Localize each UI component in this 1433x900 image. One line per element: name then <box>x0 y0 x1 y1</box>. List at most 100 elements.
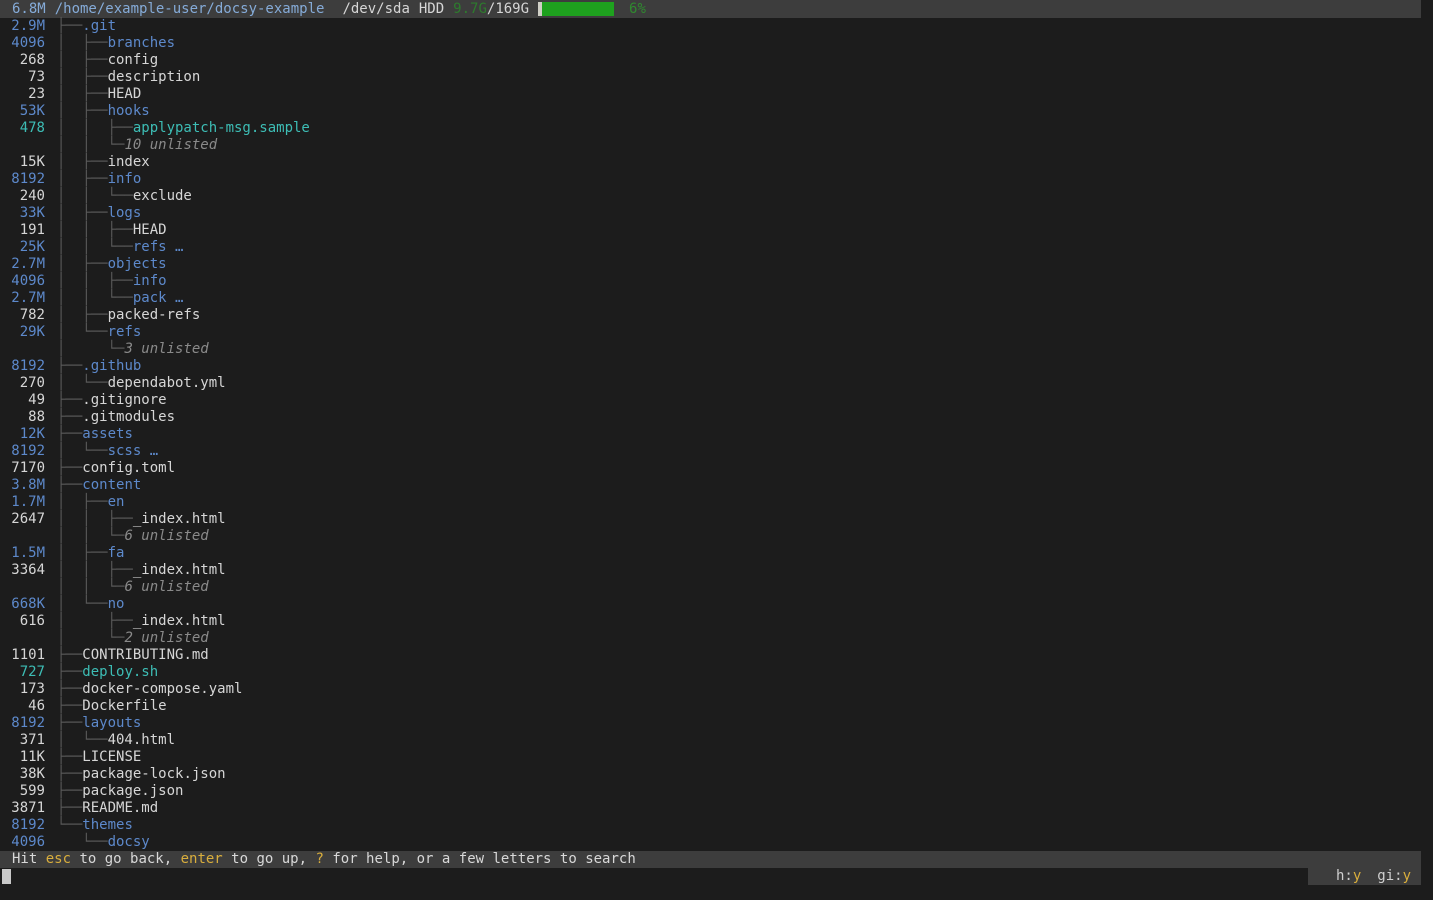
tree-row[interactable]: 4096 └──docsy <box>0 834 1421 851</box>
device-name: /dev/sda <box>342 0 409 18</box>
tree-row[interactable]: 240│ │ └──exclude <box>0 188 1421 205</box>
tree-branch-lines: │ │ └─ <box>57 579 124 596</box>
tree-row[interactable]: 8192├──layouts <box>0 715 1421 732</box>
disk-used: 9.7G <box>453 0 487 18</box>
tree-row[interactable]: 8192│ ├──info <box>0 171 1421 188</box>
tree-branch-lines: │ └── <box>57 375 108 392</box>
tree-branch-lines: │ │ └─ <box>57 528 124 545</box>
entry-name: 2 unlisted <box>124 630 208 647</box>
tree-row[interactable]: 15K│ ├──index <box>0 154 1421 171</box>
entry-size: 268 <box>11 52 45 69</box>
tree-row[interactable]: 270│ └──dependabot.yml <box>0 375 1421 392</box>
tree-branch-lines: ├── <box>57 681 82 698</box>
tree-row[interactable]: 2.7M│ │ └──pack … <box>0 290 1421 307</box>
tree-row[interactable]: 2.7M│ ├──objects <box>0 256 1421 273</box>
tree-row[interactable]: 8192└──themes <box>0 817 1421 834</box>
tree-row[interactable]: 23│ ├──HEAD <box>0 86 1421 103</box>
disk-total: /169G <box>487 0 529 18</box>
tree-row[interactable]: 3.8M├──content <box>0 477 1421 494</box>
entry-name: config <box>108 52 159 69</box>
tree-row[interactable]: 33K│ ├──logs <box>0 205 1421 222</box>
flag-value: y <box>1403 868 1411 884</box>
entry-size: 8192 <box>11 171 45 188</box>
entry-size: 46 <box>11 698 45 715</box>
hint-key: esc <box>46 851 71 867</box>
search-input[interactable]: h:y gi:y <box>0 868 1433 885</box>
tree-row[interactable]: 2647│ │ ├──_index.html <box>0 511 1421 528</box>
tree-row[interactable]: 4096│ │ ├──info <box>0 273 1421 290</box>
disk-type-label: HDD <box>419 0 444 18</box>
tree-row[interactable]: 8192├──.github <box>0 358 1421 375</box>
entry-name: Dockerfile <box>82 698 166 715</box>
tree-row[interactable]: 11K├──LICENSE <box>0 749 1421 766</box>
tree-row[interactable]: 1101├──CONTRIBUTING.md <box>0 647 1421 664</box>
entry-size: 240 <box>11 188 45 205</box>
tree-branch-lines: ├── <box>57 426 82 443</box>
tree-branch-lines: │ ├── <box>57 494 108 511</box>
tree-row[interactable]: 1.5M│ ├──fa <box>0 545 1421 562</box>
tree-row-unlisted[interactable]: │ │ └─10 unlisted <box>0 137 1421 154</box>
tree-row[interactable]: 191│ │ ├──HEAD <box>0 222 1421 239</box>
tree-branch-lines: ├── <box>57 477 82 494</box>
flag-h: h:y <box>1336 868 1361 884</box>
entry-name: no <box>108 596 125 613</box>
tree-row-unlisted[interactable]: │ │ └─6 unlisted <box>0 528 1421 545</box>
entry-name: HEAD <box>108 86 142 103</box>
tree-row[interactable]: 29K│ └──refs <box>0 324 1421 341</box>
tree-row[interactable]: 8192│ └──scss … <box>0 443 1421 460</box>
tree-row[interactable]: 599├──package.json <box>0 783 1421 800</box>
tree-branch-lines: │ ├── <box>57 171 108 188</box>
tree-row-unlisted[interactable]: │ │ └─6 unlisted <box>0 579 1421 596</box>
disk-usage-bar-free <box>542 2 614 16</box>
tree-branch-lines: │ ├── <box>57 86 108 103</box>
tree-row[interactable]: 12K├──assets <box>0 426 1421 443</box>
tree-row[interactable]: 2.9M├──.git <box>0 18 1421 35</box>
tree-row[interactable]: 3364│ │ ├──_index.html <box>0 562 1421 579</box>
flag-gi: gi:y <box>1377 868 1411 884</box>
entry-size: 4096 <box>11 35 45 52</box>
entry-size: 191 <box>11 222 45 239</box>
tree-row-unlisted[interactable]: │ └─2 unlisted <box>0 630 1421 647</box>
entry-size: 3.8M <box>11 477 45 494</box>
entry-size: 8192 <box>11 817 45 834</box>
tree-row[interactable]: 782│ ├──packed-refs <box>0 307 1421 324</box>
tree-row[interactable]: 668K│ └──no <box>0 596 1421 613</box>
tree-branch-lines: │ ├── <box>57 256 108 273</box>
entry-size: 616 <box>11 613 45 630</box>
tree-branch-lines: └── <box>57 834 108 851</box>
entry-size: 371 <box>11 732 45 749</box>
tree-row[interactable]: 173├──docker-compose.yaml <box>0 681 1421 698</box>
status-hint-bar: Hit esc to go back, enter to go up, ? fo… <box>0 851 1421 868</box>
entry-size: 668K <box>11 596 45 613</box>
entry-size: 1.7M <box>11 494 45 511</box>
entry-size <box>11 528 45 545</box>
tree-row[interactable]: 88├──.gitmodules <box>0 409 1421 426</box>
tree-row[interactable]: 371│ └──404.html <box>0 732 1421 749</box>
tree-branch-lines: ├── <box>57 18 82 35</box>
tree-row[interactable]: 25K│ │ └──refs … <box>0 239 1421 256</box>
tree-row[interactable]: 727├──deploy.sh <box>0 664 1421 681</box>
hint-text: to go back, <box>71 851 181 867</box>
tree-row[interactable]: 3871├──README.md <box>0 800 1421 817</box>
tree-row[interactable]: 73│ ├──description <box>0 69 1421 86</box>
entry-size: 2.7M <box>11 256 45 273</box>
entry-size: 7170 <box>11 460 45 477</box>
hint-key: enter <box>181 851 223 867</box>
tree-branch-lines: ├── <box>57 783 82 800</box>
tree-row[interactable]: 38K├──package-lock.json <box>0 766 1421 783</box>
tree-row[interactable]: 616│ ├──_index.html <box>0 613 1421 630</box>
tree-row[interactable]: 268│ ├──config <box>0 52 1421 69</box>
tree-row[interactable]: 478│ │ ├──applypatch-msg.sample <box>0 120 1421 137</box>
entry-size <box>11 341 45 358</box>
tree-row[interactable]: 4096│ ├──branches <box>0 35 1421 52</box>
entry-size <box>11 579 45 596</box>
tree-row[interactable]: 49├──.gitignore <box>0 392 1421 409</box>
tree-row[interactable]: 53K│ ├──hooks <box>0 103 1421 120</box>
tree-branch-lines: └── <box>57 817 82 834</box>
tree-row[interactable]: 46├──Dockerfile <box>0 698 1421 715</box>
entry-name: 3 unlisted <box>124 341 208 358</box>
tree-row-unlisted[interactable]: │ └─3 unlisted <box>0 341 1421 358</box>
disk-usage-percent: 6% <box>629 0 646 18</box>
tree-row[interactable]: 7170├──config.toml <box>0 460 1421 477</box>
tree-row[interactable]: 1.7M│ ├──en <box>0 494 1421 511</box>
